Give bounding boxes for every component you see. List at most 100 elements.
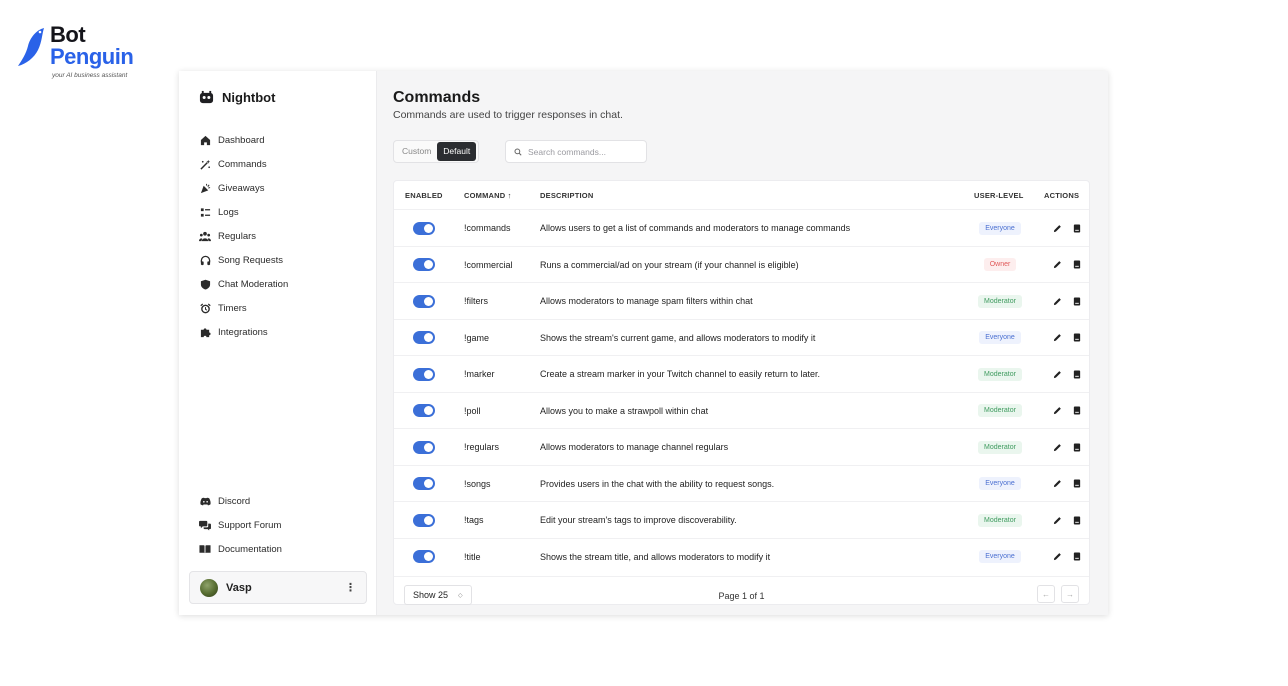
docs-icon[interactable] — [1071, 478, 1083, 490]
command-name: !poll — [464, 405, 481, 416]
search-icon — [514, 147, 522, 156]
docs-icon[interactable] — [1071, 368, 1083, 380]
docs-icon[interactable] — [1071, 332, 1083, 344]
docs-icon[interactable] — [1071, 405, 1083, 417]
nightbot-logo-icon — [199, 90, 214, 104]
user-level-badge: Everyone — [979, 221, 1021, 235]
sidebar-item-dashboard[interactable]: Dashboard — [199, 128, 288, 152]
edit-icon[interactable] — [1051, 222, 1063, 234]
docs-icon[interactable] — [1071, 551, 1083, 563]
edit-icon[interactable] — [1051, 295, 1063, 307]
command-name: !game — [464, 332, 490, 343]
next-page-button[interactable]: → — [1061, 585, 1079, 603]
main-content: Commands Commands are used to trigger re… — [377, 71, 1108, 615]
headphones-icon — [199, 254, 211, 266]
enabled-toggle[interactable] — [413, 258, 435, 272]
sidebar-item-timers[interactable]: Timers — [199, 296, 288, 320]
sidebar-item-label: Chat Moderation — [218, 278, 289, 290]
command-description: Allows moderators to manage spam filters… — [540, 296, 753, 307]
command-description: Allows you to make a strawpoll within ch… — [540, 405, 709, 416]
magic-wand-icon — [199, 158, 211, 170]
edit-icon[interactable] — [1051, 368, 1063, 380]
discord-icon — [199, 495, 211, 507]
page-info: Page 1 of 1 — [718, 591, 765, 601]
edit-icon[interactable] — [1051, 478, 1063, 490]
user-level-badge: Moderator — [978, 440, 1022, 454]
sidebar-item-label: Documentation — [218, 543, 282, 555]
sidebar-item-discord[interactable]: Discord — [199, 489, 282, 513]
sidebar-item-label: Regulars — [218, 230, 257, 242]
edit-icon[interactable] — [1051, 441, 1063, 453]
edit-icon[interactable] — [1051, 551, 1063, 563]
list-icon — [199, 206, 211, 218]
table-row: !title Shows the stream title, and allows… — [394, 537, 1089, 575]
table-row: !game Shows the stream's current game, an… — [394, 318, 1089, 356]
tab-custom[interactable]: Custom — [396, 142, 437, 161]
brand-name: Nightbot — [222, 90, 276, 105]
kebab-menu-icon[interactable]: ⋮ — [345, 581, 356, 594]
sidebar-item-logs[interactable]: Logs — [199, 200, 288, 224]
sidebar-item-documentation[interactable]: Documentation — [199, 537, 282, 561]
docs-icon[interactable] — [1071, 259, 1083, 271]
enabled-toggle[interactable] — [413, 404, 435, 418]
search-input[interactable] — [528, 146, 638, 157]
docs-icon[interactable] — [1071, 441, 1083, 453]
alarm-icon — [199, 302, 211, 314]
sidebar-item-song-requests[interactable]: Song Requests — [199, 248, 288, 272]
sidebar-item-support-forum[interactable]: Support Forum — [199, 513, 282, 537]
enabled-toggle[interactable] — [413, 367, 435, 381]
user-name: Vasp — [226, 581, 252, 594]
sidebar-item-chat-moderation[interactable]: Chat Moderation — [199, 272, 288, 296]
table-row: !filters Allows moderators to manage spam… — [394, 282, 1089, 319]
command-description: Provides users in the chat with the abil… — [540, 478, 775, 489]
column-header-description: DESCRIPTION — [540, 191, 594, 200]
enabled-toggle[interactable] — [413, 294, 435, 308]
enabled-toggle[interactable] — [413, 221, 435, 235]
user-level-badge: Moderator — [978, 294, 1022, 308]
sidebar-bottom-nav: Discord Support Forum Documentation — [199, 489, 282, 561]
sidebar-item-integrations[interactable]: Integrations — [199, 320, 288, 344]
app-window: Nightbot Dashboard Commands Giveaways Lo… — [179, 71, 1108, 615]
sidebar: Nightbot Dashboard Commands Giveaways Lo… — [179, 71, 377, 615]
docs-icon[interactable] — [1071, 514, 1083, 526]
command-description: Shows the stream's current game, and all… — [540, 332, 816, 343]
user-level-badge: Moderator — [978, 404, 1022, 418]
sidebar-item-regulars[interactable]: Regulars — [199, 224, 288, 248]
table-row: !tags Edit your stream's tags to improve … — [394, 501, 1089, 538]
enabled-toggle[interactable] — [413, 440, 435, 454]
sidebar-item-giveaways[interactable]: Giveaways — [199, 176, 288, 200]
docs-icon[interactable] — [1071, 222, 1083, 234]
edit-icon[interactable] — [1051, 332, 1063, 344]
table-footer: Show 25 ◇ Page 1 of 1 ← → — [394, 576, 1089, 606]
tab-default[interactable]: Default — [437, 142, 477, 161]
home-icon — [199, 134, 211, 146]
brand[interactable]: Nightbot — [199, 90, 275, 105]
sidebar-item-label: Giveaways — [218, 182, 265, 194]
command-description: Edit your stream's tags to improve disco… — [540, 515, 737, 526]
enabled-toggle[interactable] — [413, 331, 435, 345]
docs-icon[interactable] — [1071, 295, 1083, 307]
user-level-badge: Everyone — [979, 331, 1021, 345]
page-title: Commands — [393, 89, 481, 106]
sidebar-item-label: Dashboard — [218, 134, 265, 146]
edit-icon[interactable] — [1051, 259, 1063, 271]
column-header-actions: ACTIONS — [1044, 191, 1080, 200]
users-icon — [199, 230, 211, 242]
enabled-toggle[interactable] — [413, 550, 435, 564]
command-name: !marker — [464, 369, 495, 380]
edit-icon[interactable] — [1051, 405, 1063, 417]
command-name: !commands — [464, 223, 511, 234]
sidebar-item-commands[interactable]: Commands — [199, 152, 288, 176]
command-description: Runs a commercial/ad on your stream (if … — [540, 259, 799, 270]
column-header-command[interactable]: COMMAND ↑ — [464, 191, 512, 200]
user-level-badge: Everyone — [979, 477, 1021, 491]
column-header-user-level: USER-LEVEL — [974, 191, 1024, 200]
user-menu[interactable]: Vasp ⋮ — [189, 571, 367, 604]
prev-page-button[interactable]: ← — [1037, 585, 1055, 603]
command-name: !commercial — [464, 259, 513, 270]
enabled-toggle[interactable] — [413, 477, 435, 491]
table-row: !regulars Allows moderators to manage cha… — [394, 428, 1089, 465]
enabled-toggle[interactable] — [413, 513, 435, 527]
edit-icon[interactable] — [1051, 514, 1063, 526]
table-row: !commercial Runs a commercial/ad on your … — [394, 245, 1089, 283]
